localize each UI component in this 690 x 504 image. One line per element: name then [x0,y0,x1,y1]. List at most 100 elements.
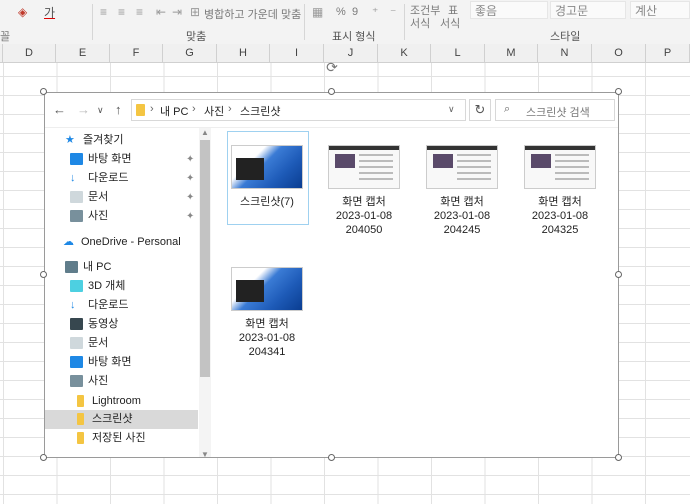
sidebar-item[interactable]: 저장된 사진 [45,429,198,448]
sidebar-scrollbar[interactable]: ▲ ▼ [199,128,211,457]
sidebar-item-label: 바탕 화면 [88,153,132,165]
scroll-down-icon[interactable]: ▼ [199,450,211,457]
sidebar-item[interactable]: Lightroom [45,392,198,411]
address-bar: ← → ∨ ↑ › 내 PC › 사진 › 스크린샷 ∨ ↻ ⌕ 스크린샷 검색 [45,93,618,128]
column-header-p[interactable]: P [646,44,690,62]
sidebar-item[interactable]: 3D 개체 [45,277,198,296]
file-name-line3: 204325 [541,224,579,236]
sidebar-item[interactable]: 내 PC [45,258,198,277]
column-header-d[interactable]: D [3,44,56,62]
sidebar-item[interactable]: 스크린샷 [45,410,198,429]
breadcrumb[interactable]: › 내 PC › 사진 › 스크린샷 ∨ [131,99,466,121]
style-warning[interactable]: 경고문 [550,1,626,19]
file-item[interactable]: 화면 캡처 2023-01-08 204050 [322,133,406,237]
alignment-group-label: 맞춤 [186,31,207,43]
accounting-format-icon[interactable]: ▦ [312,5,323,19]
sidebar-item[interactable]: ★ 즐겨찾기 [45,131,198,150]
align-center-icon[interactable]: ≡ [118,5,125,19]
breadcrumb-item-pictures[interactable]: 사진 [204,103,224,119]
resize-handle-n[interactable] [328,88,335,95]
desktop-icon [70,356,83,368]
column-header-k[interactable]: K [378,44,431,62]
increase-decimal-icon[interactable]: ⁺ [372,5,378,19]
sidebar-item[interactable]: 사진 [45,372,198,391]
recent-dropdown-icon[interactable]: ∨ [97,105,104,116]
column-header-n[interactable]: N [538,44,592,62]
font-color-button[interactable]: 가 [44,4,55,21]
resize-handle-s[interactable] [328,454,335,461]
percent-button[interactable]: % [336,6,346,18]
breadcrumb-item-screenshots[interactable]: 스크린샷 [240,103,280,119]
file-item[interactable]: 화면 캡처 2023-01-08 204325 [518,133,602,237]
chevron-down-icon[interactable]: ∨ [448,104,455,115]
column-header-g[interactable]: G [163,44,217,62]
file-thumbnail [231,145,303,189]
sidebar-item[interactable]: 바탕 화면 [45,353,198,372]
merge-icon[interactable]: ⊞ [190,5,200,19]
sidebar-item[interactable]: 문서 [45,334,198,353]
rotate-handle-icon[interactable]: ⟳ [325,60,339,74]
decrease-decimal-icon[interactable]: ⁻ [390,5,396,19]
resize-handle-e[interactable] [615,271,622,278]
file-item[interactable]: 스크린샷(7) [225,133,309,209]
back-arrow-icon[interactable]: ← [53,102,66,117]
sidebar-item[interactable]: ↓ 다운로드 ✦ [45,169,198,188]
sidebar-item[interactable]: 동영상 [45,315,198,334]
thumbnail-header [427,146,497,150]
increase-indent-icon[interactable]: ⇥ [172,5,182,19]
resize-handle-w[interactable] [40,271,47,278]
scroll-thumb[interactable] [200,140,210,377]
thumbnail-text-line [359,178,393,180]
file-name-line3: 204050 [345,224,383,236]
column-header-o[interactable]: O [592,44,646,62]
sidebar-item[interactable]: 바탕 화면 ✦ [45,150,198,169]
refresh-icon[interactable]: ↻ [469,99,491,121]
align-right-icon[interactable]: ≡ [136,5,143,19]
forward-arrow-icon[interactable]: → [77,102,90,117]
download-icon: ↓ [70,172,76,184]
sidebar-item[interactable]: 문서 ✦ [45,188,198,207]
thumbnail-photo [433,154,453,168]
resize-handle-ne[interactable] [615,88,622,95]
style-good[interactable]: 좋음 [470,1,548,19]
comma-button[interactable]: 9 [352,6,358,18]
desktop-icon [70,153,83,165]
column-header-h[interactable]: H [217,44,270,62]
folder-icon [77,432,84,444]
up-arrow-icon[interactable]: ↑ [115,102,122,117]
file-name-line1: 화면 캡처 [538,196,582,208]
table-format-label-2[interactable]: 서식 [440,15,460,31]
breadcrumb-item-pc[interactable]: 내 PC [160,103,188,119]
sidebar-item[interactable]: ☁ OneDrive - Personal [45,233,198,252]
decrease-indent-icon[interactable]: ⇤ [156,5,166,19]
resize-handle-sw[interactable] [40,454,47,461]
thumbnail-text-line [359,154,393,156]
column-headers: DEFGHIJKLMNOP [0,44,690,63]
excel-ribbon: 꼴 ◈ 가 ≡ ≡ ≡ ⇤ ⇥ ⊞ 병합하고 가운데 맞춤 맞춤 ▦ % 9 ⁺… [0,0,690,45]
resize-handle-nw[interactable] [40,88,47,95]
file-item[interactable]: 화면 캡처 2023-01-08 204245 [420,133,504,237]
column-header-i[interactable]: I [270,44,324,62]
conditional-format-label-2[interactable]: 서식 [410,15,430,31]
merge-center-button[interactable]: 병합하고 가운데 맞춤 [204,6,301,22]
pasted-picture[interactable]: ← → ∨ ↑ › 내 PC › 사진 › 스크린샷 ∨ ↻ ⌕ 스크린샷 검색… [44,92,619,458]
column-header-e[interactable]: E [56,44,110,62]
file-thumbnail [524,145,596,189]
sidebar-item[interactable]: ↓ 다운로드 [45,296,198,315]
column-header-f[interactable]: F [110,44,163,62]
star-icon: ★ [65,134,75,146]
file-item[interactable]: 화면 캡처 2023-01-08 204341 [225,255,309,359]
scroll-up-icon[interactable]: ▲ [199,128,211,137]
resize-handle-se[interactable] [615,454,622,461]
fill-color-icon[interactable]: ◈ [18,5,27,19]
chevron-right-icon: › [192,103,196,115]
sidebar-item-label: 다운로드 [88,172,129,184]
column-header-m[interactable]: M [485,44,538,62]
style-calculation[interactable]: 계산 [630,1,690,19]
column-header-l[interactable]: L [431,44,485,62]
search-box[interactable]: ⌕ 스크린샷 검색 [495,99,615,121]
sidebar-item[interactable]: 사진 ✦ [45,207,198,226]
download-icon: ↓ [70,299,76,311]
sidebar-item-label: 동영상 [88,318,119,330]
align-left-icon[interactable]: ≡ [100,5,107,19]
